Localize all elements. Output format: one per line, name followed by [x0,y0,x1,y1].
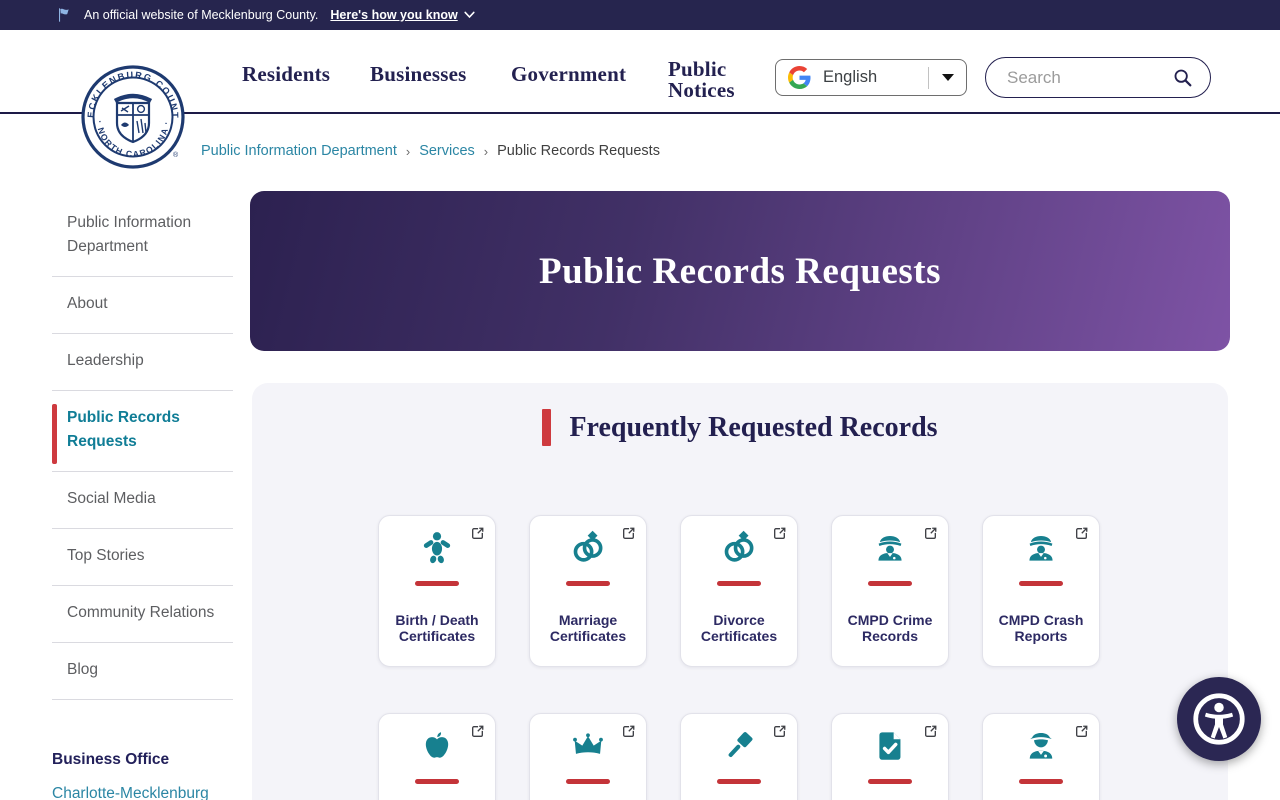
svg-text:®: ® [173,151,179,159]
accessibility-icon [1193,693,1245,745]
page-title: Public Records Requests [538,250,942,292]
search-icon[interactable] [1172,67,1194,89]
card-accent-divider [868,581,912,586]
business-office-heading: Business Office [52,751,170,768]
page: An official website of Mecklenburg Count… [0,0,1280,800]
apple-icon [425,732,449,758]
gavel-icon [728,732,753,757]
hero-banner: Public Records Requests [250,191,1230,351]
nav-residents[interactable]: Residents [242,62,330,87]
official-banner: An official website of Mecklenburg Count… [0,0,1280,30]
card-accent-divider [868,779,912,784]
sidebar-nav: Public Information Department About Lead… [52,196,233,700]
card-police-record[interactable] [982,713,1100,800]
site-search [985,57,1211,98]
external-link-icon [1076,725,1088,737]
wedding-rings-icon [573,530,603,562]
flag-icon [59,8,69,22]
card-label: Divorce Certificates [700,611,778,644]
sidebar-item-blog[interactable]: Blog [52,643,233,700]
search-input[interactable] [1007,67,1172,88]
card-apple-record[interactable] [378,713,496,800]
card-accent-divider [566,581,610,586]
external-link-icon [472,725,484,737]
card-birth-death-certificates[interactable]: Birth / Death Certificates [378,515,496,667]
breadcrumb-separator: › [483,143,489,159]
card-gavel-record[interactable] [680,713,798,800]
sidebar-item-public-records-requests[interactable]: Public Records Requests [52,391,233,472]
chevron-down-icon [464,11,475,19]
breadcrumb-current: Public Records Requests [497,143,660,159]
nav-government[interactable]: Government [511,62,626,87]
wedding-rings-icon [724,530,754,562]
sidebar-item-public-information-department[interactable]: Public Information Department [52,196,233,277]
caret-down-icon[interactable] [942,74,954,81]
external-link-icon [925,527,937,539]
card-divorce-certificates[interactable]: Divorce Certificates [680,515,798,667]
external-link-icon [774,527,786,539]
police-officer-icon [1029,535,1053,561]
external-link-icon [774,725,786,737]
card-crown-record[interactable] [529,713,647,800]
card-cmpd-crash-reports[interactable]: CMPD Crash Reports [982,515,1100,667]
card-label: CMPD Crime Records [847,611,933,644]
card-accent-divider [1019,779,1063,784]
card-marriage-certificates[interactable]: Marriage Certificates [529,515,647,667]
selector-divider [928,66,929,89]
external-link-icon [623,725,635,737]
card-accent-divider [717,581,761,586]
section-heading-row: Frequently Requested Records [252,409,1228,446]
official-text: An official website of Mecklenburg Count… [84,8,319,22]
section-heading: Frequently Requested Records [569,411,938,443]
sidebar-item-about[interactable]: About [52,277,233,334]
nav-businesses[interactable]: Businesses [370,62,467,87]
card-accent-divider [717,779,761,784]
document-check-icon [879,732,901,760]
breadcrumb-public-information-department[interactable]: Public Information Department [201,143,397,159]
mecklenburg-county-seal-icon: MECKLENBURG COUNTY · NORTH CAROLINA · ® [76,57,185,169]
police-officer-icon [1029,733,1053,759]
baby-icon [423,532,451,564]
sidebar-item-social-media[interactable]: Social Media [52,472,233,529]
card-label: Marriage Certificates [549,611,627,644]
heres-how-you-know-link[interactable]: Here's how you know [330,8,475,22]
sidebar-link-charlotte-mecklenburg[interactable]: Charlotte-Mecklenburg [52,785,209,800]
external-link-icon [472,527,484,539]
county-seal-logo[interactable]: MECKLENBURG COUNTY · NORTH CAROLINA · ® [76,57,185,169]
external-link-icon [623,527,635,539]
crown-icon [573,733,603,754]
sidebar-item-leadership[interactable]: Leadership [52,334,233,391]
card-label: CMPD Crash Reports [998,611,1084,644]
card-cmpd-crime-records[interactable]: CMPD Crime Records [831,515,949,667]
breadcrumb-separator: › [405,143,411,159]
frequently-requested-records-section: Frequently Requested Records Birth / Dea… [252,383,1228,800]
google-logo-icon [788,66,811,89]
accessibility-widget-button[interactable] [1177,677,1261,761]
breadcrumb-services[interactable]: Services [419,143,475,159]
card-accent-divider [566,779,610,784]
records-card-grid: Birth / Death Certificates Marriage Cert… [378,515,1102,800]
header-divider [0,112,1280,114]
nav-public-notices[interactable]: Public Notices [668,58,750,102]
sidebar-item-top-stories[interactable]: Top Stories [52,529,233,586]
card-accent-divider [415,779,459,784]
card-accent-divider [415,581,459,586]
card-accent-divider [1019,581,1063,586]
card-label: Birth / Death Certificates [395,611,479,644]
heading-accent-bar [542,409,552,446]
police-officer-icon [878,535,902,561]
card-document-check-record[interactable] [831,713,949,800]
language-selector[interactable]: English [775,59,967,96]
external-link-icon [1076,527,1088,539]
selected-language: English [823,68,878,86]
breadcrumb: Public Information Department › Services… [201,143,660,159]
sidebar-item-community-relations[interactable]: Community Relations [52,586,233,643]
external-link-icon [925,725,937,737]
